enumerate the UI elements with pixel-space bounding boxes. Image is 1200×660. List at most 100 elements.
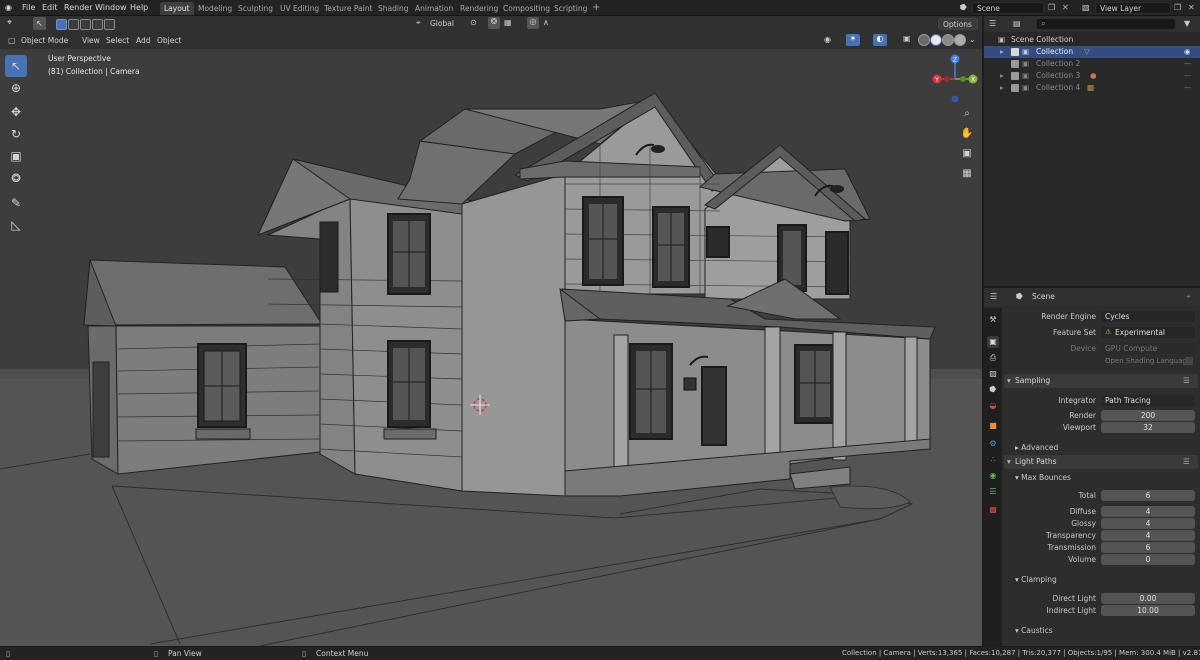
light-paths-section-header[interactable]: ▾ Light Paths ☰ (1004, 455, 1198, 469)
modifier-tab-icon[interactable]: ⚙ (987, 438, 999, 450)
snap-toggle-icon[interactable]: ❂ (488, 17, 500, 29)
pin-icon[interactable]: ⌖ (1186, 292, 1191, 302)
expand-arrow-icon[interactable]: ▸ (1000, 70, 1004, 82)
menu-add[interactable]: Add (136, 36, 151, 45)
outliner-item-collection-4[interactable]: ▸ ▣ Collection 4 ▩ — (984, 82, 1200, 94)
tab-layout[interactable]: Layout (160, 2, 194, 15)
menu-window[interactable]: Window (95, 3, 127, 12)
transmission-bounces-field[interactable]: 6 (1101, 542, 1195, 553)
ortho-toggle-icon[interactable]: ▦ (958, 165, 976, 183)
menu-render[interactable]: Render (64, 3, 92, 12)
annotate-tool[interactable]: ✎ (5, 192, 27, 214)
expand-arrow-icon[interactable]: ▸ (1000, 46, 1004, 58)
mode-dropdown[interactable]: Object Mode (21, 36, 68, 45)
shading-material-icon[interactable] (942, 34, 954, 46)
scene-tab-icon[interactable]: ⭓ (987, 384, 999, 396)
presets-icon[interactable]: ☰ (1183, 374, 1190, 388)
transparency-bounces-field[interactable]: 4 (1101, 530, 1195, 541)
outliner-item-collection[interactable]: ▸ ▣ Collection ▽ ◉ (984, 46, 1200, 58)
shading-options-icon[interactable]: ⌄ (969, 35, 976, 44)
transform-tool[interactable]: ⭗ (5, 167, 27, 189)
snap-target-icon[interactable]: ▦ (504, 18, 512, 27)
view-layer-tab-icon[interactable]: ▧ (987, 368, 999, 380)
volume-bounces-field[interactable]: 0 (1101, 554, 1195, 565)
editor-type-icon[interactable]: ⌖ (7, 18, 12, 28)
transform-orientation-dropdown[interactable]: Global (426, 18, 462, 30)
world-tab-icon[interactable]: ◒ (987, 400, 999, 412)
tab-texture-paint[interactable]: Texture Paint (320, 2, 376, 15)
copy-view-layer-icon[interactable]: ❐ (1174, 3, 1181, 12)
blender-logo-icon[interactable]: ◉ (5, 3, 12, 12)
scale-tool[interactable]: ▣ (5, 145, 27, 167)
feature-set-dropdown[interactable]: Experimental (1101, 327, 1195, 338)
eye-closed-icon[interactable]: — (1184, 82, 1192, 94)
copy-scene-icon[interactable]: ❐ (1048, 3, 1055, 12)
navigation-gizmo[interactable]: Z Y X (925, 51, 982, 111)
tab-rendering[interactable]: Rendering (456, 2, 502, 15)
checkbox-icon[interactable] (1011, 72, 1019, 80)
select-box-tool[interactable]: ↖ (5, 55, 27, 77)
delete-view-layer-icon[interactable]: ✕ (1188, 3, 1195, 12)
eye-closed-icon[interactable]: — (1184, 70, 1192, 82)
display-mode-icon[interactable]: ▤ (1013, 19, 1021, 28)
3d-viewport[interactable]: User Perspective (81) Collection | Camer… (0, 49, 982, 646)
device-dropdown[interactable]: GPU Compute (1101, 343, 1195, 354)
select-mode-extend-icon[interactable] (68, 19, 79, 30)
visibility-icon[interactable]: ◉ (824, 35, 831, 44)
material-tab-icon[interactable]: ▩ (987, 504, 999, 516)
tool-tab-icon[interactable]: ⚒ (987, 314, 999, 326)
tab-modeling[interactable]: Modeling (194, 2, 236, 15)
add-workspace-button[interactable]: + (588, 1, 604, 14)
output-tab-icon[interactable]: ⎙ (987, 352, 999, 364)
pivot-point-icon[interactable]: ⊙ (470, 18, 477, 27)
tab-animation[interactable]: Animation (411, 2, 457, 15)
menu-view[interactable]: View (82, 36, 100, 45)
shading-wireframe-icon[interactable] (918, 34, 930, 46)
outliner-search-input[interactable] (1036, 18, 1176, 30)
select-mode-invert-icon[interactable] (92, 19, 103, 30)
particles-tab-icon[interactable]: ∴ (987, 454, 999, 466)
tab-shading[interactable]: Shading (374, 2, 412, 15)
eye-icon[interactable]: ◉ (1184, 46, 1191, 58)
checkbox-icon[interactable] (1011, 60, 1019, 68)
eye-closed-icon[interactable]: — (1184, 58, 1192, 70)
osl-checkbox[interactable] (1185, 357, 1193, 365)
properties-editor-icon[interactable]: ☰ (990, 292, 997, 301)
scene-selector[interactable]: Scene (972, 2, 1044, 14)
xray-toggle-icon[interactable]: ▣ (903, 34, 911, 43)
select-mode-intersect-icon[interactable] (104, 19, 115, 30)
cursor-tool[interactable]: ⊕ (5, 77, 27, 99)
filter-icon[interactable]: ▼ (1184, 19, 1190, 28)
checkbox-icon[interactable] (1011, 48, 1019, 56)
gizmo-toggle-icon[interactable]: ✶ (846, 34, 860, 46)
viewport-samples-field[interactable]: 32 (1101, 422, 1195, 433)
object-tab-icon[interactable]: ■ (987, 420, 999, 432)
menu-edit[interactable]: Edit (42, 3, 58, 12)
zoom-view-icon[interactable]: ⌕ (958, 105, 976, 123)
menu-help[interactable]: Help (130, 3, 148, 12)
camera-view-icon[interactable]: ▣ (958, 145, 976, 163)
advanced-subpanel[interactable]: ▸ Advanced (1015, 443, 1058, 452)
measure-tool[interactable]: ◺ (5, 214, 27, 236)
outliner-item-collection-3[interactable]: ▸ ▣ Collection 3 ● — (984, 70, 1200, 82)
max-bounces-subpanel[interactable]: ▾ Max Bounces (1015, 473, 1071, 482)
tab-scripting[interactable]: Scripting (550, 2, 591, 15)
glossy-bounces-field[interactable]: 4 (1101, 518, 1195, 529)
menu-file[interactable]: File (22, 3, 35, 12)
move-tool[interactable]: ✥ (5, 101, 27, 123)
select-mode-new-icon[interactable] (56, 19, 67, 30)
render-samples-field[interactable]: 200 (1101, 410, 1195, 421)
clamping-subpanel[interactable]: ▾ Clamping (1015, 575, 1057, 584)
sampling-section-header[interactable]: ▾ Sampling ☰ (1004, 374, 1198, 388)
shading-solid-icon[interactable] (930, 34, 942, 46)
view-layer-selector[interactable]: View Layer (1095, 2, 1171, 14)
outliner-root[interactable]: ▣ Scene Collection (984, 34, 1200, 46)
integrator-dropdown[interactable]: Path Tracing (1101, 395, 1195, 406)
proportional-falloff-icon[interactable]: ∧ (543, 18, 549, 27)
caustics-subpanel[interactable]: ▾ Caustics (1015, 626, 1053, 635)
indirect-light-field[interactable]: 10.00 (1101, 605, 1195, 616)
presets-icon[interactable]: ☰ (1183, 455, 1190, 469)
total-bounces-field[interactable]: 6 (1101, 490, 1195, 501)
tab-sculpting[interactable]: Sculpting (234, 2, 277, 15)
diffuse-bounces-field[interactable]: 4 (1101, 506, 1195, 517)
